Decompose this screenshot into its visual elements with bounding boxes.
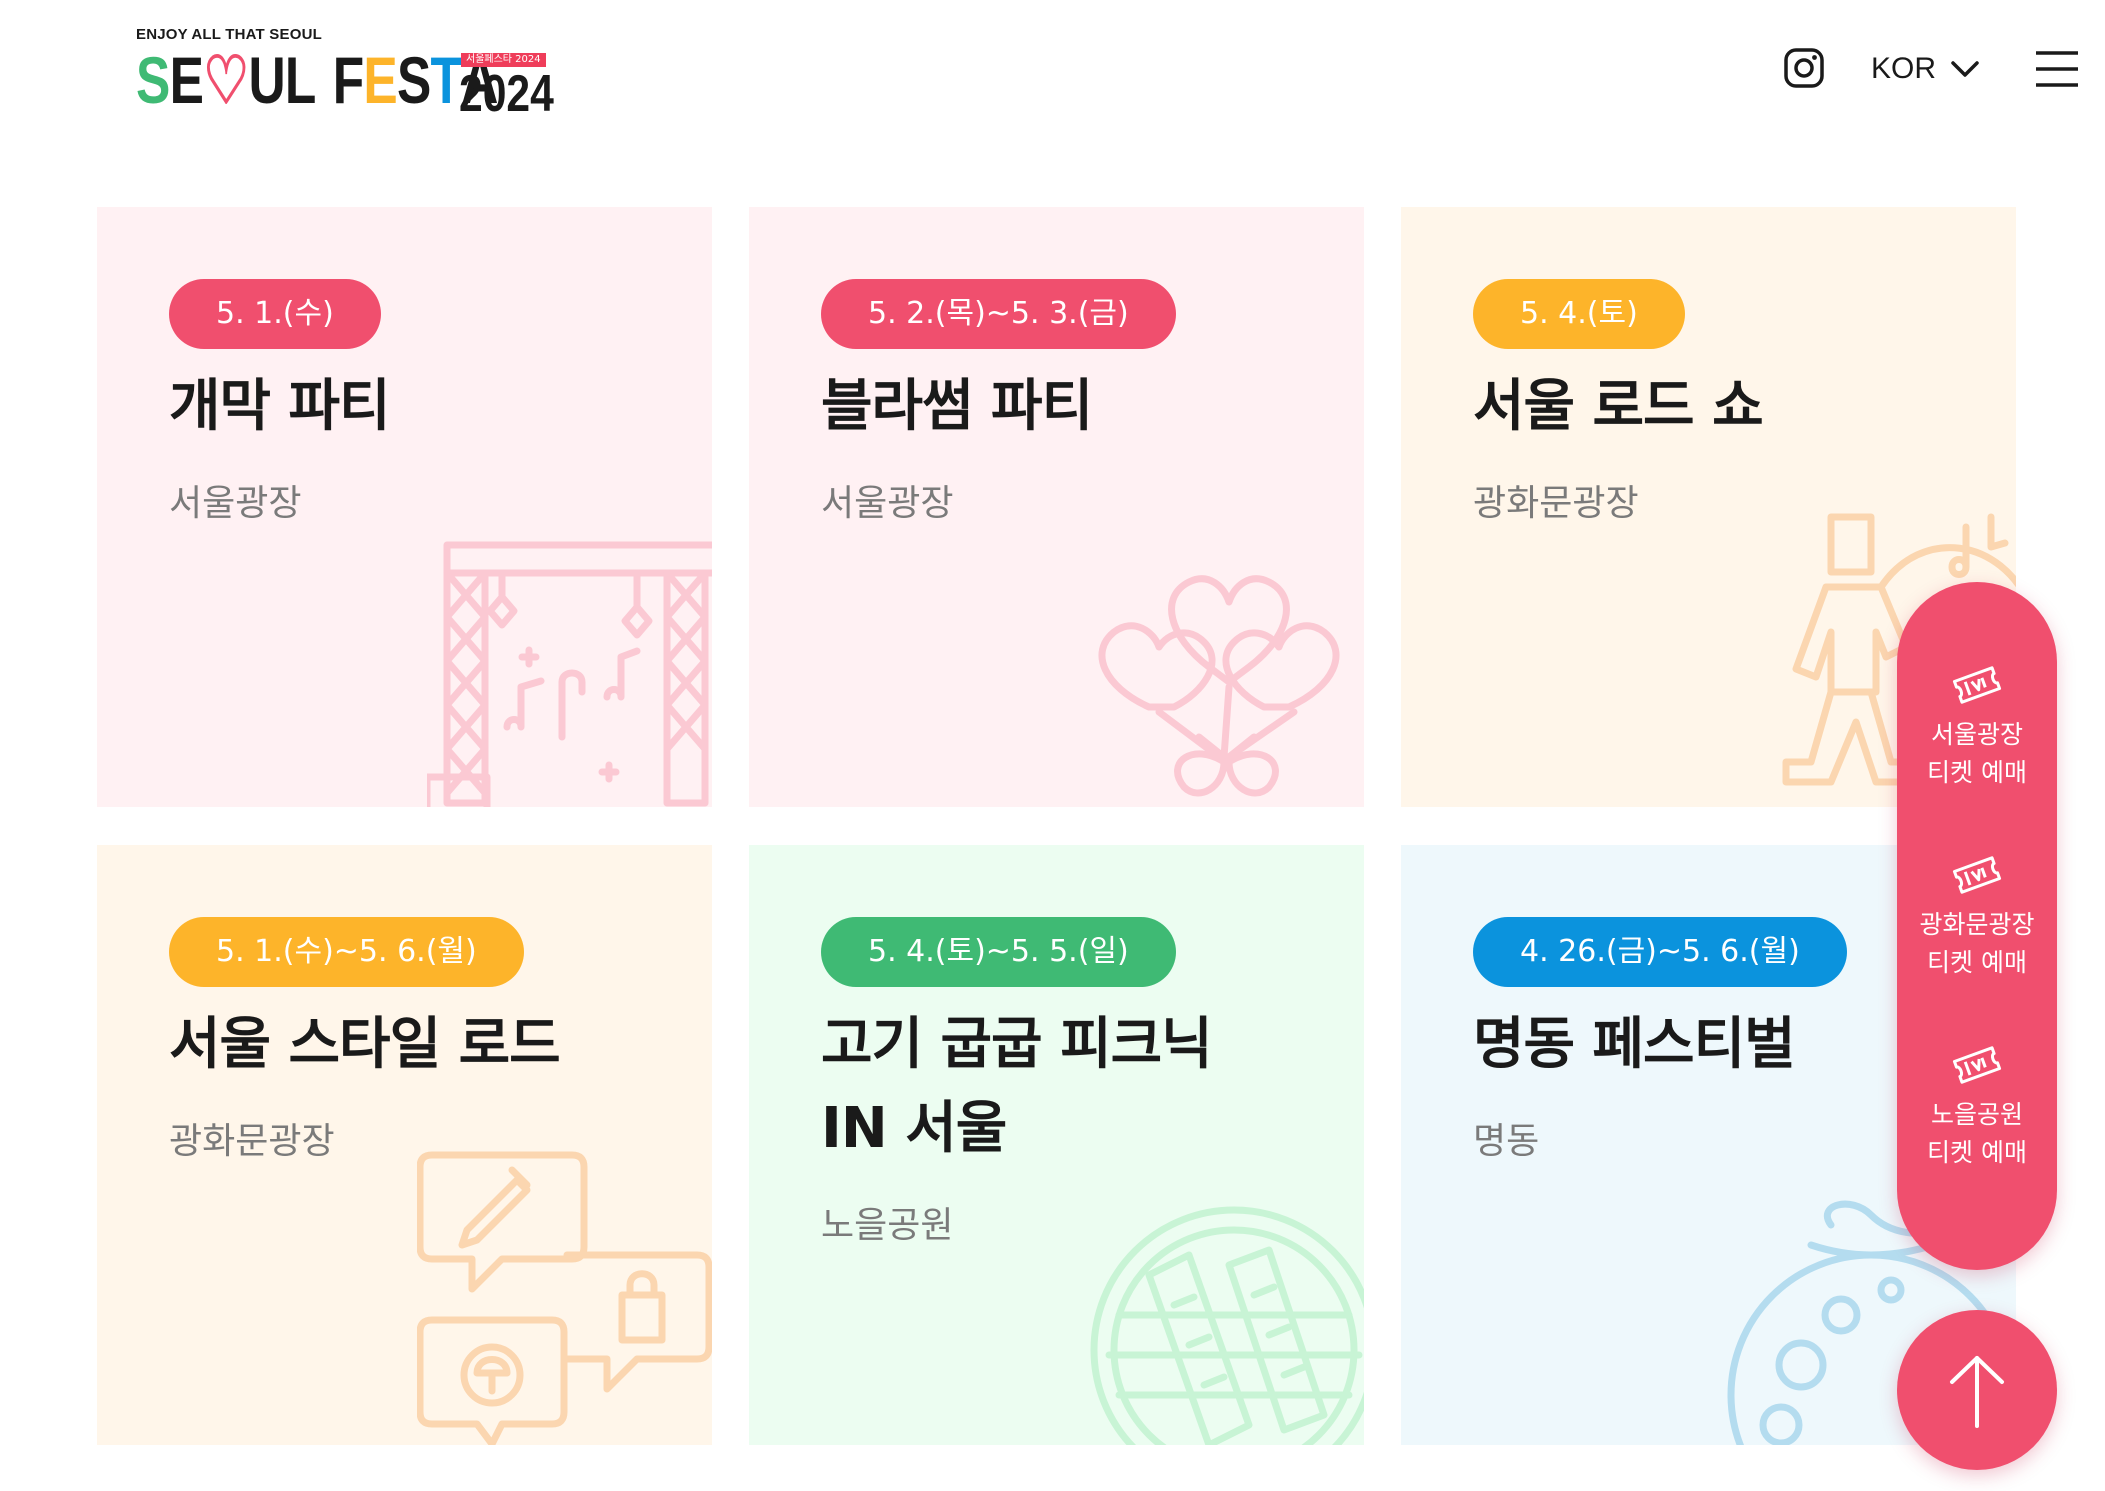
event-card-seoul-style-road[interactable]: 5. 1.(수)~5. 6.(월) 서울 스타일 로드 광화문광장 [97,845,712,1445]
event-card-blossom-party[interactable]: 5. 2.(목)~5. 3.(금) 블라썸 파티 서울광장 [749,207,1364,807]
event-title: 서울 스타일 로드 [169,1012,561,1077]
event-venue: 서울광장 [169,483,302,524]
event-date-badge: 4. 26.(금)~5. 6.(월) [1473,917,1847,987]
language-selector[interactable]: KOR [1871,48,1980,90]
logo-wordmark: SE♡UL FESTA [136,42,498,118]
event-venue: 광화문광장 [1473,483,1639,524]
heart-balloons-icon [1098,575,1340,797]
ticket-icon [1952,856,2002,894]
ticket-label: 노을공원 티켓 예매 [1927,1100,2027,1167]
event-venue: 노을공원 [821,1205,954,1246]
ticket-link-gwanghwamun[interactable]: 광화문광장 티켓 예매 [1897,852,2057,982]
event-card-grid: 5. 1.(수) 개막 파티 서울광장 5. 2.(목)~5. 3.(금) 블라… [97,207,2017,1447]
event-date-badge: 5. 2.(목)~5. 3.(금) [821,279,1176,349]
event-title: 서울 로드 쇼 [1473,374,1764,439]
seoul-festa-logo[interactable]: ENJOY ALL THAT SEOUL SE♡UL FESTA 서울페스타 2… [136,26,566,123]
chevron-down-icon [1951,61,1979,77]
event-date-badge: 5. 4.(토)~5. 5.(일) [821,917,1176,987]
logo-tagline: ENJOY ALL THAT SEOUL [136,26,322,43]
ticket-booking-panel: 서울광장 티켓 예매 광화문광장 티켓 예매 노을공원 티켓 예매 [1897,582,2057,1270]
ticket-link-seoul-plaza[interactable]: 서울광장 티켓 예매 [1897,662,2057,792]
ticket-icon [1952,666,2002,704]
event-title: 개막 파티 [169,374,391,439]
speech-bubbles-icon [417,1151,712,1445]
event-card-opening-party[interactable]: 5. 1.(수) 개막 파티 서울광장 [97,207,712,807]
hamburger-icon[interactable] [2034,49,2080,89]
logo-heart: ♡ [203,43,249,117]
event-venue: 서울광장 [821,483,954,524]
event-date-badge: 5. 1.(수) [169,279,381,349]
event-venue: 광화문광장 [169,1121,335,1162]
instagram-icon[interactable] [1783,47,1825,89]
language-label: KOR [1871,52,1937,85]
event-date-badge: 5. 4.(토) [1473,279,1685,349]
logo-letter-u: U [248,43,286,117]
event-card-meat-picnic[interactable]: 5. 4.(토)~5. 5.(일) 고기 굽굽 피크닉 IN 서울 노을공원 [749,845,1364,1445]
event-date-badge: 5. 1.(수)~5. 6.(월) [169,917,524,987]
scroll-top-button[interactable] [1897,1310,2057,1470]
ticket-label: 서울광장 티켓 예매 [1927,720,2027,787]
stage-icon [427,541,712,807]
logo-letter-s2: S [396,43,431,117]
logo-letter-l: L [284,43,316,117]
site-header: ENJOY ALL THAT SEOUL SE♡UL FESTA 서울페스타 2… [0,0,2105,150]
arrow-up-icon [1950,1356,2004,1428]
event-title: 고기 굽굽 피크닉 IN 서울 [821,1012,1213,1161]
ticket-icon [1952,1046,2002,1084]
ticket-link-noeul-park[interactable]: 노을공원 티켓 예매 [1897,1042,2057,1172]
logo-letter-e1: E [169,43,204,117]
logo-letter-s1: S [136,43,170,117]
logo-letter-f: F [332,43,364,117]
logo-letter-e2: E [363,43,397,117]
logo-letter-t: T [430,43,462,117]
grill-icon [1090,1206,1364,1445]
page: ENJOY ALL THAT SEOUL SE♡UL FESTA 서울페스타 2… [0,0,2105,1491]
event-title: 블라썸 파티 [821,374,1093,439]
ticket-label: 광화문광장 티켓 예매 [1919,910,2035,977]
event-venue: 명동 [1473,1121,1540,1162]
logo-year: 2024 [459,65,554,123]
